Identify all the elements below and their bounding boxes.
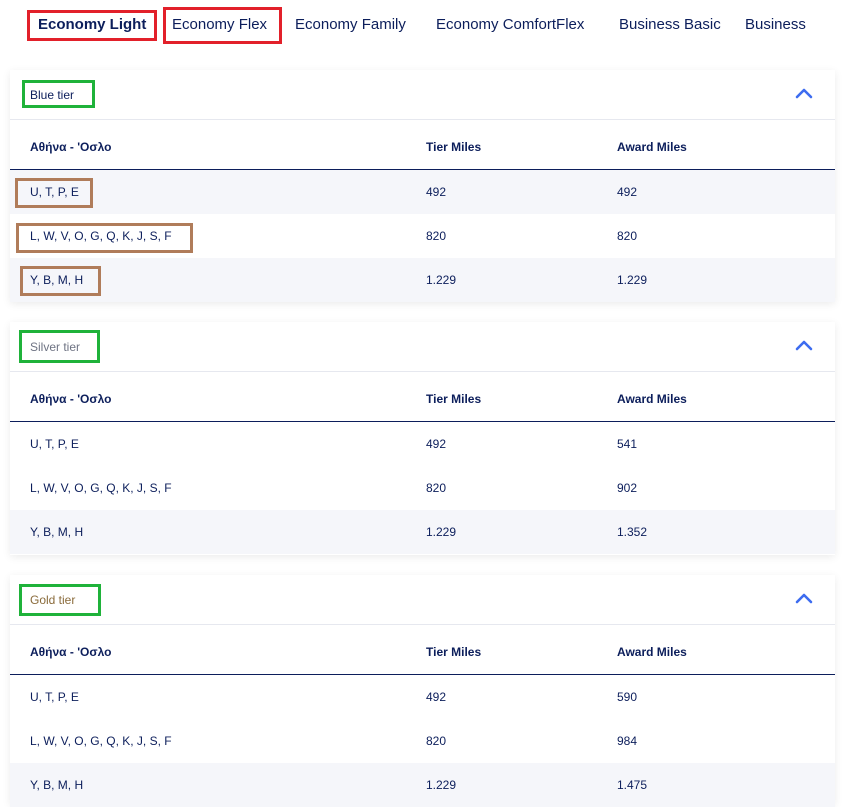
column-header-tier-miles: Tier Miles (426, 645, 482, 659)
column-header-route: Αθήνα - 'Οσλο (30, 140, 112, 154)
table-row: L, W, V, O, G, Q, K, J, S, F 820 984 (10, 719, 835, 763)
table-row: L, W, V, O, G, Q, K, J, S, F 820 902 (10, 466, 835, 510)
highlight-box (19, 584, 101, 616)
column-header-route: Αθήνα - 'Οσλο (30, 645, 112, 659)
highlight-box (19, 330, 100, 363)
tier-miles-value: 1.229 (426, 273, 457, 287)
tier-header[interactable]: Silver tier (10, 322, 835, 372)
column-header-award-miles: Award Miles (617, 392, 687, 406)
tier-miles-value: 492 (426, 437, 447, 451)
award-miles-value: 1.352 (617, 525, 648, 539)
tier-miles-value: 1.229 (426, 778, 457, 792)
tier-miles-value: 820 (426, 229, 447, 243)
booking-classes: U, T, P, E (30, 437, 79, 451)
tier-card-blue: Blue tier Αθήνα - 'Οσλο Tier Miles Award… (10, 70, 835, 302)
table-row: U, T, P, E 492 492 (10, 170, 835, 214)
booking-classes: Y, B, M, H (30, 525, 84, 539)
highlight-box (27, 10, 157, 41)
award-miles-value: 820 (617, 229, 638, 243)
tier-card-gold: Gold tier Αθήνα - 'Οσλο Tier Miles Award… (10, 575, 835, 807)
tab-economy-comfortflex[interactable]: Economy ComfortFlex (436, 16, 584, 33)
booking-classes: L, W, V, O, G, Q, K, J, S, F (30, 481, 172, 495)
tier-header[interactable]: Blue tier (10, 70, 835, 120)
column-header-award-miles: Award Miles (617, 645, 687, 659)
column-header-tier-miles: Tier Miles (426, 140, 482, 154)
fare-tabs: Economy Light Economy Flex Economy Famil… (0, 0, 844, 60)
column-header-route: Αθήνα - 'Οσλο (30, 392, 112, 406)
award-miles-value: 1.229 (617, 273, 648, 287)
award-miles-value: 1.475 (617, 778, 648, 792)
booking-classes: Y, B, M, H (30, 778, 84, 792)
column-header-tier-miles: Tier Miles (426, 392, 482, 406)
highlight-box (15, 178, 93, 208)
table-row: Y, B, M, H 1.229 1.475 (10, 763, 835, 807)
tab-business-basic[interactable]: Business Basic (619, 16, 721, 33)
table-row: U, T, P, E 492 541 (10, 422, 835, 466)
booking-classes: L, W, V, O, G, Q, K, J, S, F (30, 734, 172, 748)
highlight-box (163, 7, 282, 44)
table-row: Y, B, M, H 1.229 1.352 (10, 510, 835, 554)
award-miles-value: 590 (617, 690, 638, 704)
table-row: Y, B, M, H 1.229 1.229 (10, 258, 835, 302)
tier-card-silver: Silver tier Αθήνα - 'Οσλο Tier Miles Awa… (10, 322, 835, 555)
highlight-box (20, 266, 101, 296)
table-row: U, T, P, E 492 590 (10, 675, 835, 719)
chevron-up-icon[interactable] (795, 86, 813, 100)
award-miles-value: 984 (617, 734, 638, 748)
tier-miles-value: 820 (426, 481, 447, 495)
table-header: Αθήνα - 'Οσλο Tier Miles Award Miles (10, 120, 835, 170)
chevron-up-icon[interactable] (795, 338, 813, 352)
table-header: Αθήνα - 'Οσλο Tier Miles Award Miles (10, 372, 835, 422)
tier-miles-value: 492 (426, 185, 447, 199)
award-miles-value: 541 (617, 437, 638, 451)
tier-miles-value: 1.229 (426, 525, 457, 539)
award-miles-value: 492 (617, 185, 638, 199)
table-header: Αθήνα - 'Οσλο Tier Miles Award Miles (10, 625, 835, 675)
chevron-up-icon[interactable] (795, 591, 813, 605)
award-miles-value: 902 (617, 481, 638, 495)
tab-economy-family[interactable]: Economy Family (295, 16, 406, 33)
highlight-box (16, 223, 193, 253)
booking-classes: U, T, P, E (30, 690, 79, 704)
tab-business[interactable]: Business (745, 16, 806, 33)
tier-miles-value: 492 (426, 690, 447, 704)
tier-miles-value: 820 (426, 734, 447, 748)
tier-header[interactable]: Gold tier (10, 575, 835, 625)
highlight-box (22, 80, 95, 108)
column-header-award-miles: Award Miles (617, 140, 687, 154)
